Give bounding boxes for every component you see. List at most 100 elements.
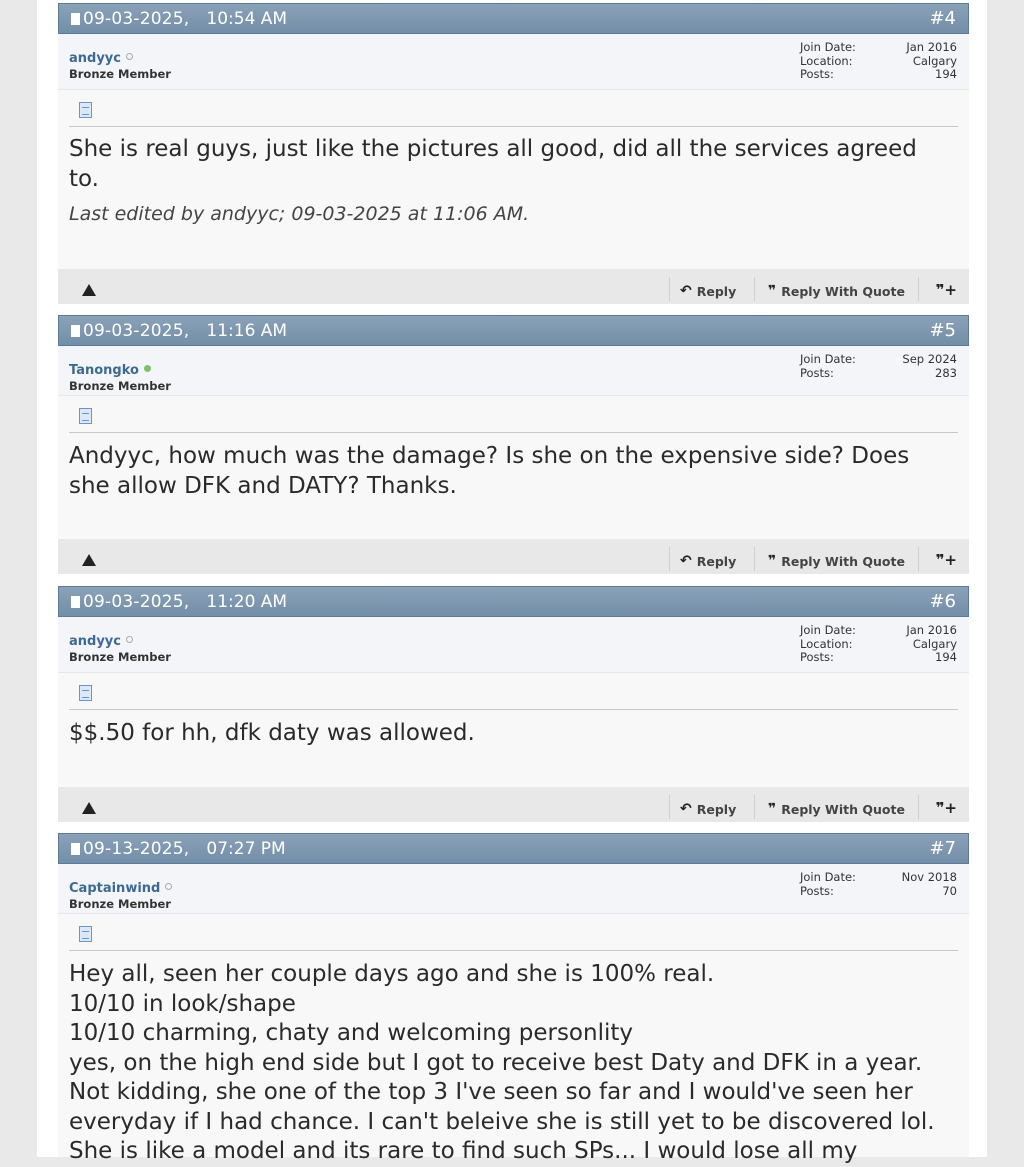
- multiquote-plus-icon[interactable]: ❞+: [936, 281, 957, 299]
- user-info-bar: andyyc Bronze Member Join Date: Jan 2016 …: [58, 617, 969, 673]
- multiquote-plus-icon[interactable]: ❞+: [936, 799, 957, 817]
- reply-with-quote-label: Reply With Quote: [781, 553, 905, 569]
- post-time: 11:20 AM: [206, 591, 288, 612]
- reply-label: Reply: [696, 283, 737, 299]
- posts-label: Posts:: [800, 67, 834, 81]
- post-message: Andyyc, how much was the damage? Is she …: [69, 443, 910, 499]
- post-time: 11:16 AM: [206, 320, 288, 341]
- username-link[interactable]: andyyc: [69, 634, 121, 649]
- user-title: Bronze Member: [69, 650, 171, 664]
- location-label: Location:: [800, 636, 853, 651]
- reply-with-quote-button[interactable]: ❞ Reply With Quote: [768, 283, 905, 299]
- posts-value: 194: [935, 67, 957, 81]
- posts-label: Posts:: [800, 883, 834, 898]
- post-date: 09-03-2025,: [83, 591, 190, 612]
- user-stats: Join Date: Sep 2024 Posts: 283: [800, 346, 957, 395]
- divider: [69, 950, 958, 951]
- reply-arrow-icon: ↶: [680, 283, 692, 299]
- reply-with-quote-button[interactable]: ❞ Reply With Quote: [768, 553, 905, 569]
- divider: [69, 432, 958, 433]
- user-title: Bronze Member: [69, 67, 171, 81]
- user-title: Bronze Member: [69, 897, 171, 911]
- post-header: 09-03-2025, 11:16 AM #5: [58, 315, 969, 346]
- post-time: 10:54 AM: [206, 8, 288, 29]
- post: 09-03-2025, 11:20 AM #6 andyyc Bronze Me…: [58, 586, 969, 822]
- user-stats: Join Date: Jan 2016 Location: Calgary Post…: [800, 617, 957, 672]
- user-title: Bronze Member: [69, 379, 171, 393]
- join-date-label: Join Date:: [800, 352, 856, 366]
- quote-bubble-icon: ❞: [768, 801, 777, 817]
- username-link[interactable]: Captainwind: [69, 881, 160, 896]
- quote-bubble-icon: ❞: [768, 283, 777, 299]
- message-icon: [79, 408, 92, 424]
- post-header: 09-13-2025, 07:27 PM #7: [58, 833, 969, 864]
- user-info-bar: Tanongko Bronze Member Join Date: Sep 202…: [58, 346, 969, 396]
- posts-value: 194: [935, 650, 957, 664]
- post-message: $$.50 for hh, dfk daty was allowed.: [69, 720, 475, 746]
- report-warning-icon[interactable]: [82, 554, 96, 566]
- reply-with-quote-label: Reply With Quote: [781, 283, 905, 299]
- reply-with-quote-button[interactable]: ❞ Reply With Quote: [768, 801, 905, 817]
- username-link[interactable]: Tanongko: [69, 363, 139, 378]
- reply-label: Reply: [696, 801, 737, 817]
- report-warning-icon[interactable]: [82, 802, 96, 814]
- posts-value: 70: [942, 883, 957, 898]
- thread-page: 09-03-2025, 10:54 AM #4 andyyc Bronze Me…: [37, 0, 987, 1164]
- post-date: 09-03-2025,: [83, 8, 190, 29]
- reply-button[interactable]: ↶ Reply: [680, 283, 736, 299]
- divider: [69, 126, 958, 127]
- reply-label: Reply: [696, 553, 737, 569]
- user-stats: Join Date: Nov 2018 Posts: 70: [800, 864, 957, 913]
- offline-status-icon: [165, 883, 173, 890]
- reply-button[interactable]: ↶ Reply: [680, 801, 736, 817]
- post-body: Andyyc, how much was the damage? Is she …: [58, 396, 969, 539]
- post: 09-03-2025, 11:16 AM #5 Tanongko Bronze …: [58, 315, 969, 574]
- post-header: 09-03-2025, 10:54 AM #4: [58, 3, 969, 34]
- username-link[interactable]: andyyc: [69, 51, 121, 66]
- location-value: Calgary: [912, 636, 957, 651]
- post-body: She is real guys, just like the pictures…: [58, 90, 969, 269]
- post-body: Hey all, seen her couple days ago and sh…: [58, 914, 969, 1164]
- multiquote-plus-icon[interactable]: ❞+: [936, 551, 957, 569]
- post-status-icon: [71, 12, 80, 25]
- posts-value: 283: [935, 365, 957, 380]
- post-footer: ↶ Reply ❞ Reply With Quote ❞+: [58, 539, 969, 574]
- reply-arrow-icon: ↶: [680, 801, 692, 817]
- post-footer: ↶ Reply ❞ Reply With Quote ❞+: [58, 787, 969, 822]
- post-message: Hey all, seen her couple days ago and sh…: [69, 961, 935, 1164]
- post-number-link[interactable]: #6: [929, 591, 956, 612]
- location-value: Calgary: [912, 53, 957, 68]
- post-number-link[interactable]: #7: [929, 838, 956, 859]
- user-stats: Join Date: Jan 2016 Location: Calgary Post…: [800, 34, 957, 89]
- post-date: 09-03-2025,: [83, 320, 190, 341]
- post: 09-13-2025, 07:27 PM #7 Captainwind Bron…: [58, 833, 969, 1164]
- post-time: 07:27 PM: [206, 838, 286, 859]
- post-message: She is real guys, just like the pictures…: [69, 136, 917, 192]
- post-date: 09-13-2025,: [83, 838, 190, 859]
- user-info-bar: Captainwind Bronze Member Join Date: Nov …: [58, 864, 969, 914]
- posts-label: Posts:: [800, 650, 834, 664]
- message-icon: [79, 926, 92, 942]
- post-number-link[interactable]: #5: [929, 320, 956, 341]
- quote-bubble-icon: ❞: [768, 553, 777, 569]
- online-status-icon: [143, 365, 151, 372]
- location-label: Location:: [800, 53, 853, 68]
- reply-button[interactable]: ↶ Reply: [680, 553, 736, 569]
- reply-arrow-icon: ↶: [680, 553, 692, 569]
- post-body: $$.50 for hh, dfk daty was allowed.: [58, 673, 969, 787]
- reply-with-quote-label: Reply With Quote: [781, 801, 905, 817]
- post-number-link[interactable]: #4: [929, 8, 956, 29]
- join-date-label: Join Date:: [800, 870, 856, 884]
- join-date-value: Jan 2016: [906, 40, 957, 54]
- message-icon: [79, 685, 92, 701]
- join-date-value: Jan 2016: [906, 623, 957, 637]
- join-date-label: Join Date:: [800, 623, 856, 637]
- join-date-value: Sep 2024: [902, 352, 957, 366]
- join-date-value: Nov 2018: [901, 870, 957, 884]
- message-icon: [79, 102, 92, 118]
- post-status-icon: [71, 842, 80, 855]
- post-status-icon: [71, 324, 80, 337]
- divider: [69, 709, 958, 710]
- report-warning-icon[interactable]: [82, 284, 96, 296]
- post: 09-03-2025, 10:54 AM #4 andyyc Bronze Me…: [58, 3, 969, 304]
